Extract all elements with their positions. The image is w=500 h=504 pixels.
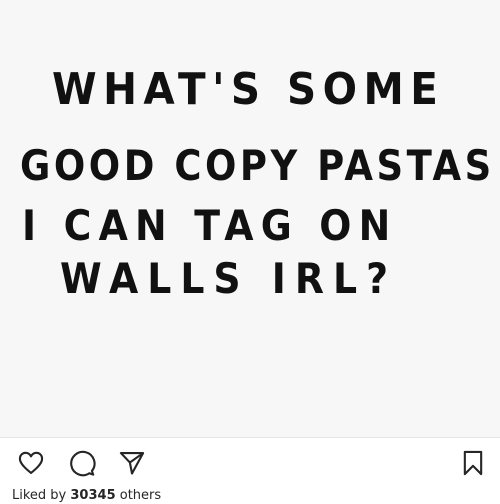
share-button[interactable] — [117, 448, 147, 478]
likes-suffix: others — [115, 488, 162, 503]
save-button[interactable] — [458, 448, 488, 478]
handwritten-line-4: WALLS IRL? — [60, 254, 397, 303]
heart-icon — [18, 451, 44, 474]
handwritten-text: WHAT'S SOME GOOD COPY PASTAS I CAN TAG O… — [0, 0, 500, 437]
like-button[interactable] — [16, 448, 46, 478]
post-action-bar — [0, 438, 500, 488]
bookmark-icon — [463, 450, 483, 476]
handwritten-line-3: I CAN TAG ON — [22, 201, 398, 250]
handwritten-line-2: GOOD COPY PASTAS — [20, 141, 495, 190]
paper-plane-icon — [119, 452, 145, 475]
comment-button[interactable] — [67, 448, 97, 478]
handwritten-line-1: WHAT'S SOME — [52, 64, 445, 115]
comment-bubble-icon — [70, 450, 96, 477]
likes-prefix: Liked by — [12, 488, 71, 503]
post-image[interactable]: WHAT'S SOME GOOD COPY PASTAS I CAN TAG O… — [0, 0, 500, 437]
likes-number: 30345 — [70, 488, 116, 503]
likes-count[interactable]: Liked by 30345 others — [12, 488, 492, 504]
